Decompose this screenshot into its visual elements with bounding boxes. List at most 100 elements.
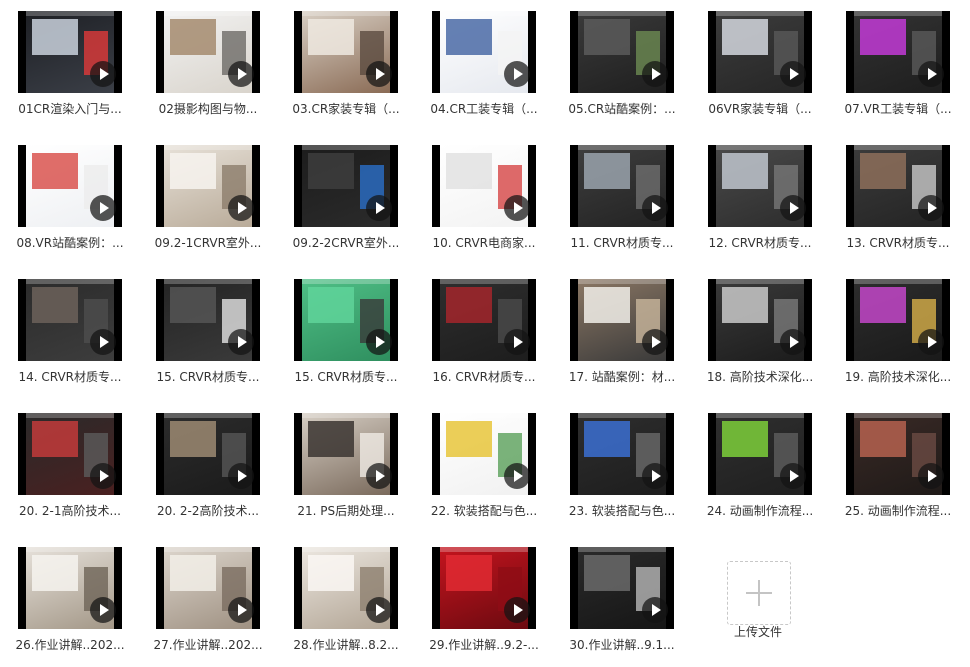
video-thumbnail[interactable] [18, 547, 122, 629]
play-icon[interactable] [366, 195, 392, 221]
video-item[interactable]: 15. CRVR材质专... [294, 279, 398, 399]
video-thumbnail[interactable] [846, 279, 950, 361]
play-icon[interactable] [366, 329, 392, 355]
play-icon[interactable] [90, 597, 116, 623]
video-thumbnail[interactable] [708, 145, 812, 227]
play-icon[interactable] [228, 597, 254, 623]
video-item[interactable]: 01CR渲染入门与... [18, 11, 122, 131]
video-thumbnail[interactable] [570, 279, 674, 361]
video-thumbnail[interactable] [432, 145, 536, 227]
video-thumbnail[interactable] [432, 413, 536, 495]
play-icon[interactable] [780, 61, 806, 87]
video-thumbnail[interactable] [432, 279, 536, 361]
video-item[interactable]: 08.VR站酷案例：... [16, 145, 124, 265]
video-thumbnail[interactable] [294, 413, 398, 495]
play-icon[interactable] [918, 195, 944, 221]
play-icon[interactable] [90, 61, 116, 87]
video-thumbnail[interactable] [846, 11, 950, 93]
video-item[interactable]: 26.作业讲解..202... [15, 547, 125, 667]
video-thumbnail[interactable] [432, 547, 536, 629]
video-thumbnail[interactable] [156, 279, 260, 361]
video-thumbnail[interactable] [156, 11, 260, 93]
play-icon[interactable] [504, 61, 530, 87]
play-icon[interactable] [642, 597, 668, 623]
play-icon[interactable] [366, 597, 392, 623]
video-thumbnail[interactable] [18, 279, 122, 361]
video-item[interactable]: 02摄影构图与物... [156, 11, 260, 131]
video-item[interactable]: 11. CRVR材质专... [570, 145, 674, 265]
video-item[interactable]: 12. CRVR材质专... [708, 145, 812, 265]
video-item[interactable]: 09.2-1CRVR室外... [155, 145, 261, 265]
play-icon[interactable] [90, 195, 116, 221]
video-item[interactable]: 14. CRVR材质专... [18, 279, 122, 399]
video-item[interactable]: 19. 高阶技术深化... [845, 279, 951, 399]
play-icon[interactable] [90, 463, 116, 489]
video-thumbnail[interactable] [18, 11, 122, 93]
play-icon[interactable] [228, 329, 254, 355]
play-icon[interactable] [918, 61, 944, 87]
play-icon[interactable] [504, 195, 530, 221]
video-thumbnail[interactable] [18, 145, 122, 227]
play-icon[interactable] [90, 329, 116, 355]
play-icon[interactable] [918, 329, 944, 355]
video-item[interactable]: 05.CR站酷案例：... [568, 11, 676, 131]
video-thumbnail[interactable] [708, 413, 812, 495]
video-item[interactable]: 15. CRVR材质专... [156, 279, 260, 399]
video-item[interactable]: 20. 2-2高阶技术... [156, 413, 260, 533]
video-item[interactable]: 20. 2-1高阶技术... [18, 413, 122, 533]
upload-file-button[interactable]: 上传文件 [716, 545, 820, 665]
upload-dropzone[interactable] [727, 561, 791, 625]
play-icon[interactable] [642, 61, 668, 87]
video-thumbnail[interactable] [846, 145, 950, 227]
video-item[interactable]: 27.作业讲解..202... [153, 547, 263, 667]
video-thumbnail[interactable] [294, 547, 398, 629]
play-icon[interactable] [780, 195, 806, 221]
video-thumbnail[interactable] [156, 413, 260, 495]
video-thumbnail[interactable] [156, 145, 260, 227]
video-item[interactable]: 16. CRVR材质专... [432, 279, 536, 399]
video-item[interactable]: 23. 软装搭配与色... [569, 413, 675, 533]
play-icon[interactable] [504, 597, 530, 623]
video-item[interactable]: 21. PS后期处理... [294, 413, 398, 533]
video-thumbnail[interactable] [708, 279, 812, 361]
video-thumbnail[interactable] [570, 547, 674, 629]
video-item[interactable]: 29.作业讲解..9.2-... [429, 547, 539, 667]
video-thumbnail[interactable] [570, 413, 674, 495]
video-item[interactable]: 17. 站酷案例：材... [569, 279, 675, 399]
play-icon[interactable] [780, 329, 806, 355]
play-icon[interactable] [642, 329, 668, 355]
play-icon[interactable] [780, 463, 806, 489]
video-item[interactable]: 13. CRVR材质专... [846, 145, 950, 265]
video-thumbnail[interactable] [294, 145, 398, 227]
video-item[interactable]: 25. 动画制作流程... [845, 413, 951, 533]
play-icon[interactable] [504, 463, 530, 489]
play-icon[interactable] [366, 61, 392, 87]
play-icon[interactable] [228, 463, 254, 489]
video-item[interactable]: 30.作业讲解..9.1... [569, 547, 675, 667]
play-icon[interactable] [504, 329, 530, 355]
play-icon[interactable] [228, 195, 254, 221]
video-item[interactable]: 09.2-2CRVR室外... [293, 145, 399, 265]
video-item[interactable]: 18. 高阶技术深化... [707, 279, 813, 399]
play-icon[interactable] [366, 463, 392, 489]
video-thumbnail[interactable] [294, 11, 398, 93]
video-thumbnail[interactable] [570, 145, 674, 227]
play-icon[interactable] [642, 463, 668, 489]
video-thumbnail[interactable] [846, 413, 950, 495]
video-item[interactable]: 06VR家装专辑（... [708, 11, 812, 131]
play-icon[interactable] [642, 195, 668, 221]
video-thumbnail[interactable] [708, 11, 812, 93]
play-icon[interactable] [918, 463, 944, 489]
video-item[interactable]: 07.VR工装专辑（... [844, 11, 952, 131]
video-thumbnail[interactable] [432, 11, 536, 93]
play-icon[interactable] [228, 61, 254, 87]
video-item[interactable]: 10. CRVR电商家... [432, 145, 536, 265]
video-item[interactable]: 28.作业讲解..8.2... [293, 547, 399, 667]
video-item[interactable]: 04.CR工装专辑（... [430, 11, 538, 131]
video-item[interactable]: 22. 软装搭配与色... [431, 413, 537, 533]
video-thumbnail[interactable] [18, 413, 122, 495]
video-item[interactable]: 24. 动画制作流程... [707, 413, 813, 533]
video-thumbnail[interactable] [294, 279, 398, 361]
video-thumbnail[interactable] [570, 11, 674, 93]
video-thumbnail[interactable] [156, 547, 260, 629]
